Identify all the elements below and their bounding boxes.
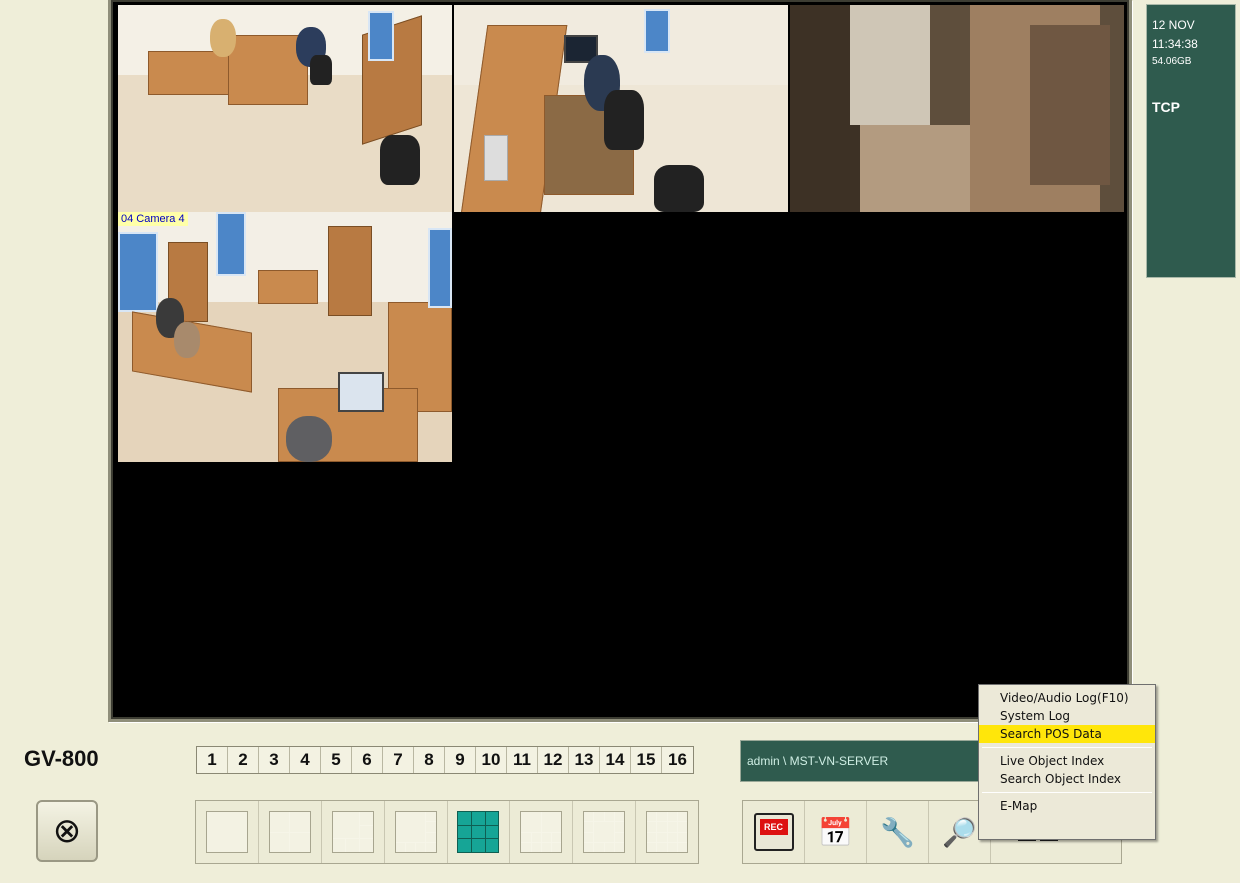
layout-six-button[interactable] xyxy=(322,801,385,863)
camera-number-button[interactable]: 13 xyxy=(569,747,600,773)
layout-nine-button[interactable] xyxy=(448,801,511,863)
camera-label: 04 Camera 4 xyxy=(118,212,188,226)
exit-button[interactable]: ⊗ xyxy=(36,800,98,862)
status-time: 11:34:38 xyxy=(1152,37,1198,51)
status-disk-space: 54.06GB xyxy=(1152,56,1192,67)
menu-item-video-audio-log[interactable]: Video/Audio Log(F10) xyxy=(979,689,1155,707)
camera-number-button[interactable]: 9 xyxy=(445,747,476,773)
status-date: 12 NOV xyxy=(1152,18,1195,32)
layout-single-button[interactable] xyxy=(196,801,259,863)
layout-single-icon xyxy=(205,811,248,853)
layout-ten-button[interactable] xyxy=(510,801,574,863)
status-panel: 12 NOV 11:34:38 54.06GB TCP xyxy=(1146,4,1236,278)
layout-quad-icon xyxy=(268,811,311,853)
camera-view-1[interactable] xyxy=(118,5,452,212)
camera-number-bar: 1 2 3 4 5 6 7 8 9 10 11 12 13 14 15 16 xyxy=(196,746,694,774)
layout-sixteen-button[interactable] xyxy=(636,801,698,863)
search-log-icon: 🔎 xyxy=(942,816,977,848)
schedule-icon: 📅 xyxy=(818,816,853,848)
camera-number-button[interactable]: 4 xyxy=(290,747,321,773)
camera-monitor[interactable]: 04 Camera 4 xyxy=(108,0,1132,722)
layout-six-icon xyxy=(331,811,374,853)
camera-view-4[interactable]: 04 Camera 4 xyxy=(118,212,452,462)
menu-separator xyxy=(982,792,1152,793)
layout-sixteen-icon xyxy=(646,811,689,853)
power-cross-icon: ⊗ xyxy=(52,812,82,850)
layout-nine-icon xyxy=(457,811,500,853)
layout-eight-button[interactable] xyxy=(385,801,448,863)
menu-item-search-object-index[interactable]: Search Object Index xyxy=(979,770,1155,788)
layout-thirteen-button[interactable] xyxy=(573,801,637,863)
log-context-menu: Video/Audio Log(F10) System Log Search P… xyxy=(978,684,1156,840)
menu-item-live-object-index[interactable]: Live Object Index xyxy=(979,752,1155,770)
record-button[interactable]: REC xyxy=(743,801,805,863)
camera-number-button[interactable]: 14 xyxy=(600,747,631,773)
layout-thirteen-icon xyxy=(583,811,626,853)
schedule-button[interactable]: 📅 xyxy=(805,801,867,863)
camera-number-button[interactable]: 2 xyxy=(228,747,259,773)
layout-bar xyxy=(195,800,699,864)
camera-number-button[interactable]: 10 xyxy=(476,747,507,773)
layout-eight-icon xyxy=(394,811,437,853)
host-text: admin \ MST-VN-SERVER xyxy=(747,754,889,768)
camera-number-button[interactable]: 1 xyxy=(197,747,228,773)
camera-number-button[interactable]: 8 xyxy=(414,747,445,773)
rec-label: REC xyxy=(759,819,788,835)
camera-number-button[interactable]: 12 xyxy=(538,747,569,773)
configure-button[interactable]: 🔧 xyxy=(867,801,929,863)
camera-number-button[interactable]: 3 xyxy=(259,747,290,773)
brand-label: GV-800 xyxy=(24,746,99,771)
camera-number-button[interactable]: 11 xyxy=(507,747,538,773)
menu-item-search-pos-data[interactable]: Search POS Data xyxy=(979,725,1155,743)
menu-item-system-log[interactable]: System Log xyxy=(979,707,1155,725)
status-protocol: TCP xyxy=(1152,99,1180,115)
camera-number-button[interactable]: 16 xyxy=(662,747,693,773)
camera-number-button[interactable]: 15 xyxy=(631,747,662,773)
menu-item-e-map[interactable]: E-Map xyxy=(979,797,1155,815)
layout-quad-button[interactable] xyxy=(259,801,322,863)
menu-separator xyxy=(982,747,1152,748)
configure-icon: 🔧 xyxy=(880,816,915,848)
camera-view-2[interactable] xyxy=(454,5,788,212)
rec-icon: REC xyxy=(753,813,794,851)
camera-number-button[interactable]: 6 xyxy=(352,747,383,773)
camera-number-button[interactable]: 7 xyxy=(383,747,414,773)
camera-number-button[interactable]: 5 xyxy=(321,747,352,773)
camera-view-3[interactable] xyxy=(790,5,1124,212)
layout-ten-icon xyxy=(520,811,563,853)
